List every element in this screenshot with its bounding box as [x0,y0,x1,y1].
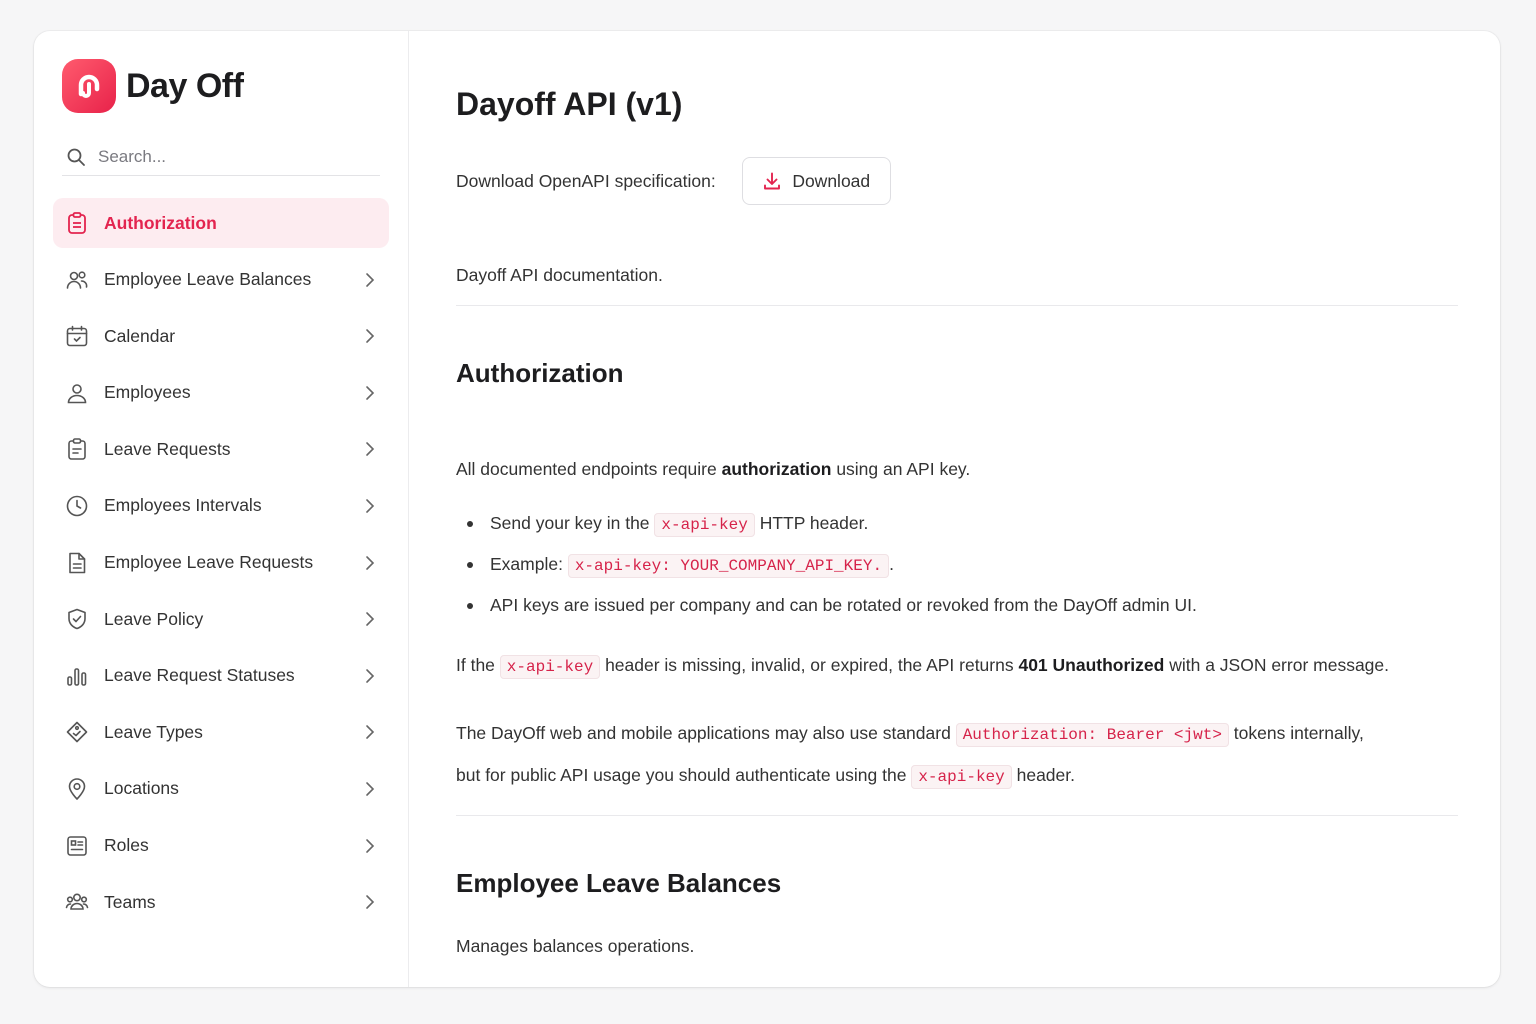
list-item: Send your key in the x-api-key HTTP head… [456,511,1197,552]
sidebar-item-leave-requests[interactable]: Leave Requests [53,424,389,474]
download-icon [764,172,781,190]
list-item: API keys are issued per company and can … [456,593,1197,634]
sidebar-item-calendar[interactable]: Calendar [53,311,389,361]
chevron-right-icon [366,782,375,796]
search-input[interactable] [96,146,360,168]
code-bearer: Authorization: Bearer <jwt> [955,723,1229,747]
divider [456,305,1458,306]
sidebar-item-employee-leave-requests[interactable]: Employee Leave Requests [53,538,389,588]
sidebar-item-label: Roles [104,835,149,856]
clock-icon [64,493,90,519]
chevron-right-icon [366,329,375,343]
chevron-right-icon [366,499,375,513]
sidebar-item-locations[interactable]: Locations [53,764,389,814]
id-card-icon [64,833,90,859]
code-x-api-key: x-api-key [499,655,601,679]
search-icon [67,148,85,166]
chevron-right-icon [366,895,375,909]
sidebar-item-employees[interactable]: Employees [53,368,389,418]
download-label: Download OpenAPI specification: [456,170,716,191]
chevron-right-icon [366,272,375,287]
sidebar-item-label: Locations [104,778,179,799]
chevron-right-icon [366,612,375,626]
code-x-api-key: x-api-key [911,765,1012,789]
sidebar-item-employee-leave-balances[interactable]: Employee Leave Balances [53,255,389,305]
sidebar-item-leave-request-statuses[interactable]: Leave Request Statuses [53,651,389,701]
sidebar-item-roles[interactable]: Roles [53,821,389,871]
auth-paragraph-1: All documented endpoints require authori… [456,459,971,479]
sidebar-item-teams[interactable]: Teams [53,877,389,927]
sidebar-item-leave-policy[interactable]: Leave Policy [53,594,389,644]
page-title: Dayoff API (v1) [456,86,683,122]
download-button-label: Download [792,170,871,191]
sidebar-item-label: Employees [104,382,191,403]
map-pin-icon [64,776,90,802]
sidebar-item-authorization[interactable]: Authorization [53,198,389,248]
document-icon [64,550,90,576]
code-example: x-api-key: YOUR_COMPANY_API_KEY. [567,554,890,578]
code-x-api-key: x-api-key [654,513,755,537]
authorization-heading: Authorization [456,358,624,388]
bar-chart-icon [64,663,90,689]
sidebar: Day Off Authorization [34,31,409,987]
chevron-right-icon [366,442,375,457]
tag-icon [64,719,90,745]
main-content: Dayoff API (v1) Download OpenAPI specifi… [409,31,1500,987]
employee-leave-balances-heading: Employee Leave Balances [456,868,782,898]
clipboard-list-icon [64,436,90,462]
shield-icon [64,606,90,632]
brand[interactable]: Day Off [62,59,244,113]
users-icon [64,267,90,293]
auth-paragraph-3: The DayOff web and mobile applications m… [456,723,1364,747]
auth-bullets: Send your key in the x-api-key HTTP head… [456,511,1197,634]
download-button[interactable]: Download [741,157,891,205]
dayoff-logo-icon [62,59,116,113]
sidebar-item-label: Teams [104,891,156,912]
sidebar-item-label: Employees Intervals [104,495,262,516]
list-item: Example: x-api-key: YOUR_COMPANY_API_KEY… [456,552,1197,593]
sidebar-item-label: Calendar [104,325,176,346]
sidebar-item-label: Employee Leave Balances [104,269,312,290]
brand-name: Day Off [126,66,244,105]
sidebar-item-label: Employee Leave Requests [104,552,314,573]
sidebar-item-label: Leave Types [104,721,203,742]
balances-description: Manages balances operations. [456,936,695,956]
sidebar-item-label: Leave Requests [104,438,231,459]
calendar-icon [64,323,90,349]
app-window: Day Off Authorization [34,31,1500,987]
auth-paragraph-4: but for public API usage you should auth… [456,765,1075,789]
chevron-right-icon [366,385,375,400]
auth-paragraph-2: If the x-api-key header is missing, inva… [456,655,1389,679]
divider [456,815,1458,816]
sidebar-item-label: Leave Policy [104,608,204,629]
clipboard-icon [64,210,90,236]
search-box [62,139,380,176]
chevron-right-icon [366,838,375,853]
download-row: Download OpenAPI specification: Download [456,157,891,205]
sidebar-item-label: Authorization [104,212,217,233]
user-icon [64,380,90,406]
chevron-right-icon [366,725,375,740]
team-icon [64,889,90,915]
sidebar-nav: Authorization Employee Leave Balances Ca… [53,198,389,934]
sidebar-item-label: Leave Request Statuses [104,665,295,686]
chevron-right-icon [366,555,375,570]
sidebar-item-leave-types[interactable]: Leave Types [53,707,389,757]
sidebar-item-employees-intervals[interactable]: Employees Intervals [53,481,389,531]
chevron-right-icon [366,668,375,683]
intro-text: Dayoff API documentation. [456,265,663,285]
